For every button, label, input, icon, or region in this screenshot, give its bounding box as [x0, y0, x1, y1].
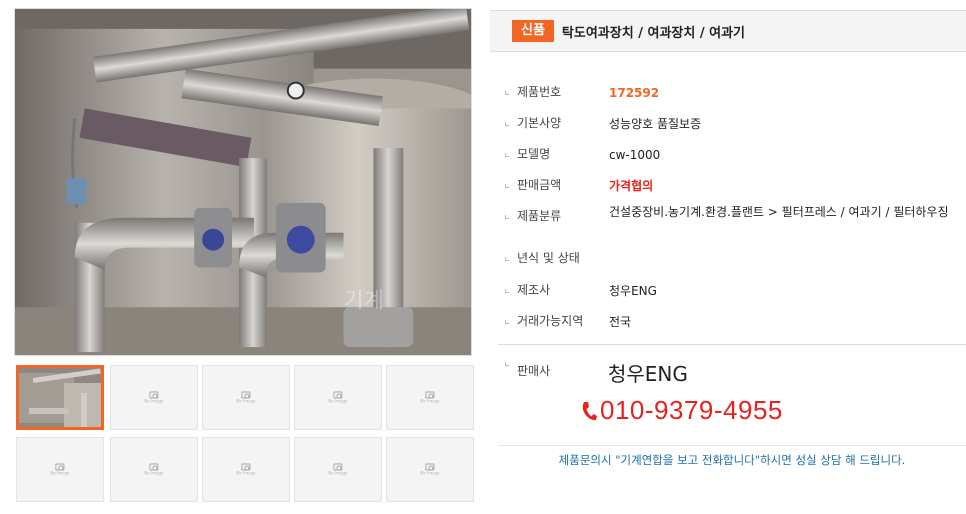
spec-label: 년식 및 상태 — [505, 249, 580, 266]
thumbnail-8[interactable]: No Image — [202, 437, 290, 502]
no-image-placeholder: No Image — [420, 391, 440, 404]
thumbnail-7[interactable]: No Image — [110, 437, 198, 502]
thumbnail-photo — [19, 368, 101, 427]
no-image-placeholder: No Image — [236, 391, 256, 404]
product-number-value: 172592 — [609, 86, 660, 100]
spec-label: 기본사양 — [505, 114, 561, 131]
thumbnail-3[interactable]: No Image — [202, 365, 290, 430]
bullet-icon — [505, 121, 509, 126]
basic-spec-value: 성능양호 품질보증 — [609, 117, 702, 131]
thumbnail-4[interactable]: No Image — [294, 365, 382, 430]
no-image-placeholder: No Image — [328, 391, 348, 404]
svg-text:기계: 기계 — [344, 288, 384, 313]
no-image-placeholder: No Image — [420, 463, 440, 476]
spec-label: 모델명 — [505, 145, 550, 162]
no-image-placeholder: No Image — [144, 391, 164, 404]
camera-icon — [425, 391, 435, 398]
bullet-icon — [505, 288, 509, 293]
inquiry-notice: 제품문의시 "기계연합을 보고 전화합니다"하시면 성실 상담 해 드립니다. — [558, 453, 906, 467]
camera-icon — [333, 391, 343, 398]
condition-badge: 신품 — [512, 20, 554, 42]
manufacturer-value: 청우ENG — [609, 284, 657, 298]
bullet-icon — [505, 362, 509, 366]
camera-icon — [333, 463, 343, 470]
price-value: 가격협의 — [609, 179, 654, 193]
no-image-placeholder: No Image — [236, 463, 256, 476]
seller-phone[interactable]: 010-9379-4955 — [580, 395, 783, 426]
product-title-bar: 신품 탁도여과장치 / 여과장치 / 여과기 — [490, 10, 966, 52]
bullet-icon — [505, 152, 509, 157]
phone-icon — [582, 401, 597, 420]
seller-name: 청우ENG — [608, 362, 688, 386]
camera-icon — [149, 391, 159, 398]
camera-icon — [149, 463, 159, 470]
spec-label: 제조사 — [505, 281, 550, 298]
camera-icon — [241, 391, 251, 398]
bullet-icon — [505, 256, 509, 261]
category-path: 탁도여과장치 / 여과장치 / 여과기 — [561, 25, 746, 41]
spec-label: 판매금액 — [505, 176, 561, 193]
product-photo-image: 기계 — [15, 9, 471, 355]
thumbnail-2[interactable]: No Image — [110, 365, 198, 430]
thumbnail-9[interactable]: No Image — [294, 437, 382, 502]
spec-label: 거래가능지역 — [505, 312, 583, 329]
spec-label: 제품번호 — [505, 83, 561, 100]
divider — [498, 344, 966, 345]
thumbnail-6[interactable]: No Image — [16, 437, 104, 502]
spec-label: 제품분류 — [505, 207, 561, 224]
no-image-placeholder: No Image — [144, 463, 164, 476]
bullet-icon — [505, 319, 509, 324]
no-image-placeholder: No Image — [50, 463, 70, 476]
thumbnail-1[interactable] — [16, 365, 104, 430]
thumbnail-5[interactable]: No Image — [386, 365, 474, 430]
trade-region-value: 전국 — [609, 315, 632, 329]
model-value: cw-1000 — [609, 148, 661, 162]
main-product-photo[interactable]: 기계 — [14, 8, 472, 356]
divider — [498, 445, 966, 446]
camera-icon — [241, 463, 251, 470]
bullet-icon — [505, 183, 509, 188]
category-value: 건설중장비.농기계.환경.플랜트 > 필터프레스 / 여과기 / 필터하우징 — [609, 205, 949, 219]
seller-label: 판매사 — [505, 362, 550, 379]
camera-icon — [55, 463, 65, 470]
phone-number: 010-9379-4955 — [600, 395, 783, 425]
bullet-icon — [505, 90, 509, 95]
bullet-icon — [505, 214, 509, 219]
camera-icon — [425, 463, 435, 470]
thumbnail-10[interactable]: No Image — [386, 437, 474, 502]
no-image-placeholder: No Image — [328, 463, 348, 476]
